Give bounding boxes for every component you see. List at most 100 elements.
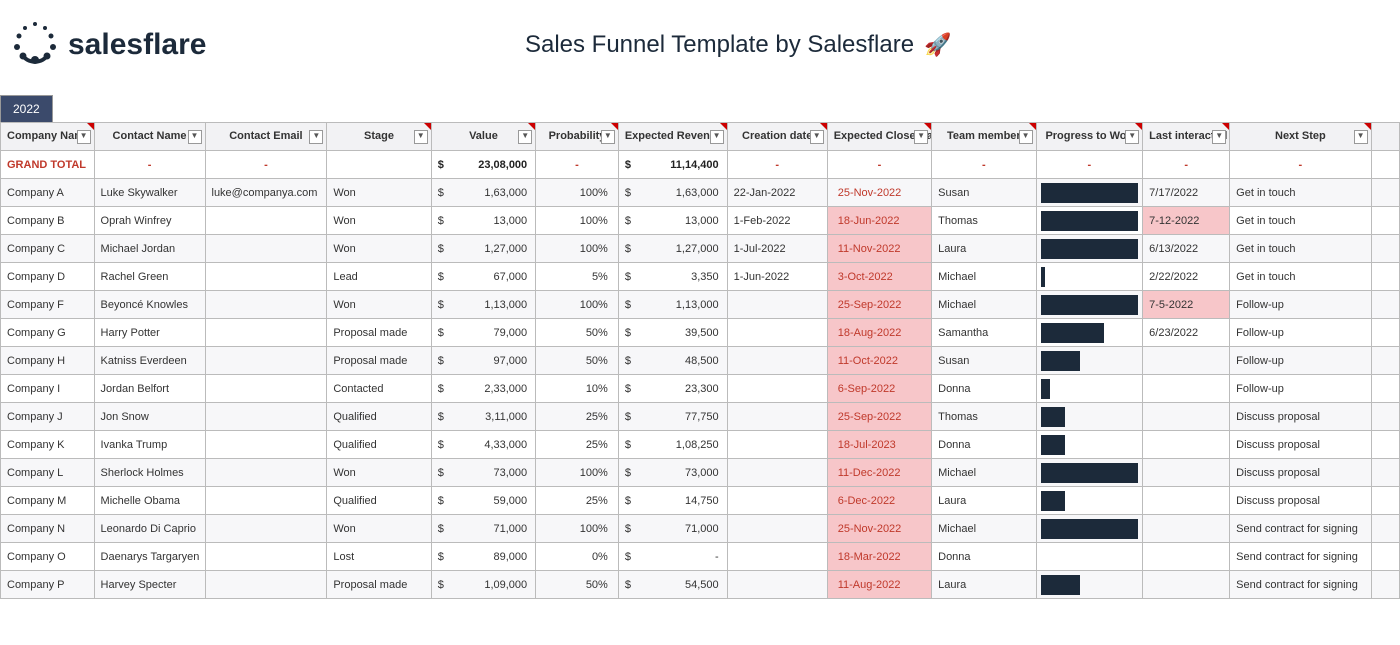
filter-dropdown-icon[interactable]: ▼	[1212, 130, 1226, 144]
column-header[interactable]: Stage▼	[327, 123, 431, 151]
table-row[interactable]: Company ODaenarys TargaryenLost$89,0000%…	[1, 543, 1400, 571]
filter-dropdown-icon[interactable]: ▼	[414, 130, 428, 144]
cell-expected-close-date: 11-Aug-2022	[827, 571, 931, 599]
table-row[interactable]: Company HKatniss EverdeenProposal made$9…	[1, 347, 1400, 375]
table-row[interactable]: Company LSherlock HolmesWon$73,000100%$7…	[1, 459, 1400, 487]
cell-next-step: Send contract for signing	[1230, 571, 1371, 599]
cell-creation-date	[727, 291, 827, 319]
column-header[interactable]: Contact Name▼	[94, 123, 205, 151]
cell-revenue: $77,750	[618, 403, 727, 431]
table-header-row: Company Name▼Contact Name▼Contact Email▼…	[1, 123, 1400, 151]
gt-dash: -	[1230, 151, 1371, 179]
filter-dropdown-icon[interactable]: ▼	[810, 130, 824, 144]
column-header[interactable]: Team member▼	[932, 123, 1036, 151]
table-row[interactable]: Company NLeonardo Di CaprioWon$71,000100…	[1, 515, 1400, 543]
cell-empty	[1371, 543, 1399, 571]
cell-stage: Contacted	[327, 375, 431, 403]
cell-value: $71,000	[431, 515, 535, 543]
cell-value: $79,000	[431, 319, 535, 347]
cell-contact: Leonardo Di Caprio	[94, 515, 205, 543]
table-row[interactable]: Company KIvanka TrumpQualified$4,33,0002…	[1, 431, 1400, 459]
year-tab[interactable]: 2022	[0, 95, 53, 122]
cell-empty	[1371, 263, 1399, 291]
cell-next-step: Get in touch	[1230, 235, 1371, 263]
table-row[interactable]: Company DRachel GreenLead$67,0005%$3,350…	[1, 263, 1400, 291]
cell-next-step: Discuss proposal	[1230, 487, 1371, 515]
cell-creation-date	[727, 459, 827, 487]
column-header[interactable]: Expected Close Date▼	[827, 123, 931, 151]
table-row[interactable]: Company GHarry PotterProposal made$79,00…	[1, 319, 1400, 347]
cell-next-step: Follow-up	[1230, 319, 1371, 347]
column-header[interactable]: Contact Email▼	[205, 123, 327, 151]
cell-email	[205, 291, 327, 319]
cell-creation-date	[727, 347, 827, 375]
cell-revenue: $1,27,000	[618, 235, 727, 263]
table-row[interactable]: Company PHarvey SpecterProposal made$1,0…	[1, 571, 1400, 599]
cell-email	[205, 319, 327, 347]
progress-bar	[1041, 295, 1139, 315]
cell-company: Company F	[1, 291, 95, 319]
column-header-empty	[1371, 123, 1399, 151]
table-row[interactable]: Company ALuke Skywalkerluke@companya.com…	[1, 179, 1400, 207]
cell-empty	[1371, 235, 1399, 263]
cell-team-member: Susan	[932, 179, 1036, 207]
gt-dash: -	[727, 151, 827, 179]
table-row[interactable]: Company CMichael JordanWon$1,27,000100%$…	[1, 235, 1400, 263]
filter-dropdown-icon[interactable]: ▼	[1354, 130, 1368, 144]
table-row[interactable]: Company FBeyoncé KnowlesWon$1,13,000100%…	[1, 291, 1400, 319]
cell-probability: 100%	[536, 515, 619, 543]
table-row[interactable]: Company BOprah WinfreyWon$13,000100%$13,…	[1, 207, 1400, 235]
filter-dropdown-icon[interactable]: ▼	[601, 130, 615, 144]
cell-email	[205, 459, 327, 487]
cell-empty	[1371, 375, 1399, 403]
cell-company: Company L	[1, 459, 95, 487]
filter-dropdown-icon[interactable]: ▼	[518, 130, 532, 144]
cell-team-member: Laura	[932, 487, 1036, 515]
cell-email	[205, 375, 327, 403]
cell-empty	[1371, 207, 1399, 235]
filter-dropdown-icon[interactable]: ▼	[309, 130, 323, 144]
filter-dropdown-icon[interactable]: ▼	[1125, 130, 1139, 144]
cell-last-interacted	[1143, 543, 1230, 571]
cell-stage: Proposal made	[327, 571, 431, 599]
cell-contact: Daenarys Targaryen	[94, 543, 205, 571]
cell-revenue: $1,13,000	[618, 291, 727, 319]
cell-creation-date	[727, 375, 827, 403]
cell-revenue: $71,000	[618, 515, 727, 543]
cell-expected-close-date: 18-Jun-2022	[827, 207, 931, 235]
cell-company: Company D	[1, 263, 95, 291]
cell-next-step: Discuss proposal	[1230, 431, 1371, 459]
cell-email	[205, 347, 327, 375]
cell-progress	[1036, 571, 1143, 599]
filter-dropdown-icon[interactable]: ▼	[1019, 130, 1033, 144]
cell-team-member: Laura	[932, 235, 1036, 263]
filter-dropdown-icon[interactable]: ▼	[188, 130, 202, 144]
column-header[interactable]: Last interacted▼	[1143, 123, 1230, 151]
column-header[interactable]: Expected Revenue▼	[618, 123, 727, 151]
cell-probability: 100%	[536, 179, 619, 207]
cell-probability: 100%	[536, 459, 619, 487]
table-row[interactable]: Company IJordan BelfortContacted$2,33,00…	[1, 375, 1400, 403]
cell-probability: 50%	[536, 347, 619, 375]
cell-last-interacted: 7-5-2022	[1143, 291, 1230, 319]
filter-dropdown-icon[interactable]: ▼	[77, 130, 91, 144]
column-header[interactable]: Probability▼	[536, 123, 619, 151]
filter-dropdown-icon[interactable]: ▼	[914, 130, 928, 144]
table-row[interactable]: Company MMichelle ObamaQualified$59,0002…	[1, 487, 1400, 515]
progress-bar	[1041, 323, 1104, 343]
cell-stage: Proposal made	[327, 347, 431, 375]
cell-creation-date: 1-Jul-2022	[727, 235, 827, 263]
cell-expected-close-date: 25-Sep-2022	[827, 403, 931, 431]
table-row[interactable]: Company JJon SnowQualified$3,11,00025%$7…	[1, 403, 1400, 431]
cell-progress	[1036, 543, 1143, 571]
cell-creation-date	[727, 487, 827, 515]
cell-contact: Michael Jordan	[94, 235, 205, 263]
column-header[interactable]: Value▼	[431, 123, 535, 151]
column-header[interactable]: Next Step▼	[1230, 123, 1371, 151]
column-header[interactable]: Creation date▼	[727, 123, 827, 151]
cell-last-interacted: 7-12-2022	[1143, 207, 1230, 235]
filter-dropdown-icon[interactable]: ▼	[710, 130, 724, 144]
column-header[interactable]: Progress to Won▼	[1036, 123, 1143, 151]
cell-progress	[1036, 207, 1143, 235]
column-header[interactable]: Company Name▼	[1, 123, 95, 151]
